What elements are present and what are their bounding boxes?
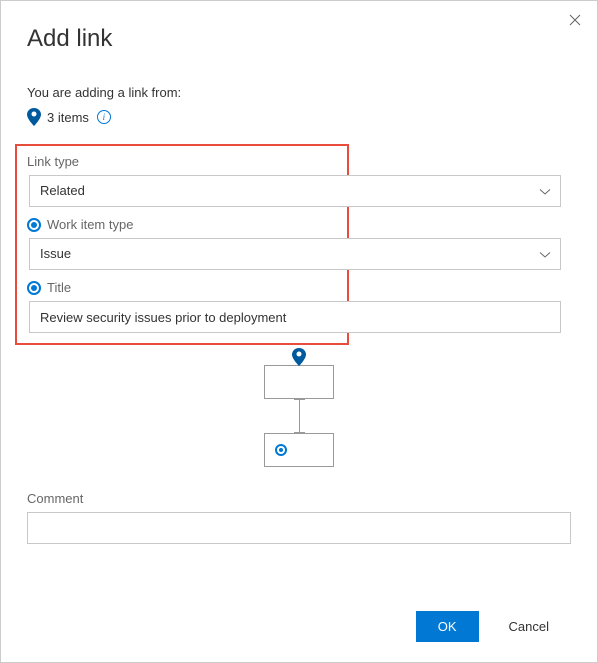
info-icon[interactable]: i	[97, 110, 111, 124]
diagram-connector	[299, 399, 300, 433]
comment-label: Comment	[27, 491, 571, 506]
adding-from-label: You are adding a link from:	[27, 85, 571, 100]
pin-icon	[27, 108, 41, 126]
items-summary-row: 3 items i	[27, 108, 571, 126]
work-item-type-select[interactable]: Issue	[29, 238, 561, 270]
target-item-icon	[275, 444, 287, 456]
work-item-type-label-text: Work item type	[47, 217, 133, 232]
ok-button[interactable]: OK	[416, 611, 479, 642]
title-input[interactable]	[29, 301, 561, 333]
relationship-diagram	[27, 365, 571, 467]
close-icon	[569, 14, 581, 26]
work-item-type-label: Work item type	[27, 217, 337, 232]
pin-icon	[292, 348, 306, 369]
title-label: Title	[27, 280, 337, 295]
title-field: Title	[27, 280, 337, 333]
cancel-button[interactable]: Cancel	[487, 611, 571, 642]
items-count-text: 3 items	[47, 110, 89, 125]
comment-field: Comment	[27, 491, 571, 544]
work-item-type-field: Work item type Issue	[27, 217, 337, 270]
link-type-field: Link type Related	[27, 154, 337, 207]
close-button[interactable]	[569, 13, 581, 31]
link-type-select[interactable]: Related	[29, 175, 561, 207]
highlighted-fields-region: Link type Related Work item type Issue	[15, 144, 349, 345]
diagram-target-box	[264, 433, 334, 467]
required-indicator-icon	[27, 281, 41, 295]
diagram-source-box	[264, 365, 334, 399]
dialog-footer: OK Cancel	[416, 611, 571, 642]
comment-input[interactable]	[27, 512, 571, 544]
dialog-title: Add link	[27, 25, 571, 53]
link-type-label: Link type	[27, 154, 337, 169]
title-label-text: Title	[47, 280, 71, 295]
required-indicator-icon	[27, 218, 41, 232]
add-link-dialog: Add link You are adding a link from: 3 i…	[1, 1, 597, 588]
